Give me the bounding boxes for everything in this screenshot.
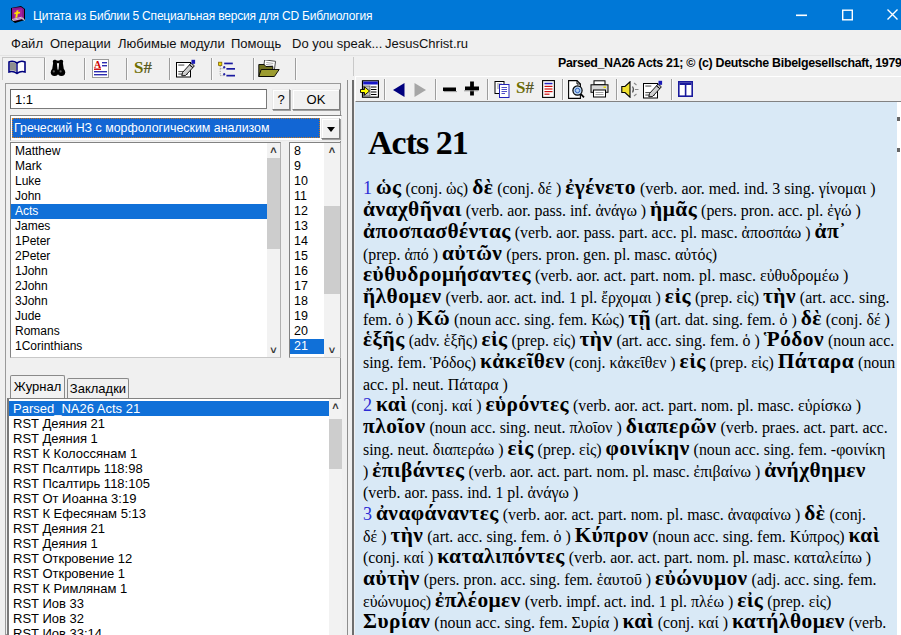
svg-text:A: A — [94, 59, 102, 70]
